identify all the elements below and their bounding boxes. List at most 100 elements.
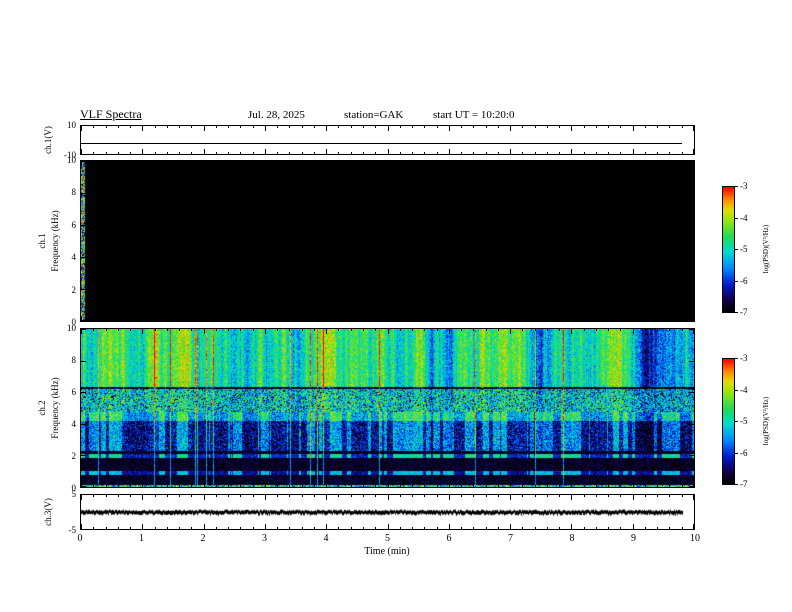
- x-minor-tick: [338, 319, 339, 321]
- x-minor-tick: [559, 329, 560, 331]
- colorbar-tick: [735, 484, 738, 485]
- x-minor-tick: [302, 126, 303, 128]
- x-minor-tick: [240, 319, 241, 321]
- y-tick: [689, 486, 694, 487]
- x-minor-tick: [584, 485, 585, 487]
- x-minor-tick: [240, 329, 241, 331]
- x-minor-tick: [620, 126, 621, 128]
- x-minor-tick: [93, 152, 94, 154]
- x-minor-tick: [473, 329, 474, 331]
- x-minor-tick: [228, 152, 229, 154]
- x-minor-tick: [669, 319, 670, 321]
- y-tick-label: 2: [71, 285, 77, 295]
- x-minor-tick: [559, 319, 560, 321]
- x-tick: [571, 149, 572, 154]
- x-minor-tick: [547, 126, 548, 128]
- x-minor-tick: [437, 495, 438, 497]
- x-minor-tick: [167, 495, 168, 497]
- x-minor-tick: [314, 126, 315, 128]
- y-tick-label: 8: [71, 355, 77, 365]
- x-minor-tick: [93, 126, 94, 128]
- colorbar-tick-label: -5: [740, 416, 748, 426]
- x-minor-tick: [498, 527, 499, 529]
- x-tick: [693, 126, 694, 131]
- x-minor-tick: [363, 152, 364, 154]
- x-tick-label: 0: [77, 533, 83, 544]
- x-tick: [265, 495, 266, 500]
- x-minor-tick: [93, 161, 94, 163]
- x-minor-tick: [240, 126, 241, 128]
- x-minor-tick: [620, 495, 621, 497]
- x-minor-tick: [228, 495, 229, 497]
- x-tick: [265, 126, 266, 131]
- x-minor-tick: [412, 126, 413, 128]
- x-minor-tick: [289, 527, 290, 529]
- x-minor-tick: [535, 161, 536, 163]
- x-minor-tick: [277, 495, 278, 497]
- x-minor-tick: [191, 126, 192, 128]
- x-tick: [204, 495, 205, 500]
- x-minor-tick: [461, 161, 462, 163]
- x-minor-tick: [682, 329, 683, 331]
- colorbar-tick: [735, 453, 738, 454]
- y-tick: [689, 257, 694, 258]
- x-minor-tick: [584, 319, 585, 321]
- y-tick: [689, 361, 694, 362]
- x-minor-tick: [473, 126, 474, 128]
- y-tick: [81, 329, 86, 330]
- x-minor-tick: [253, 319, 254, 321]
- x-minor-tick: [228, 329, 229, 331]
- y-tick-label: 6: [71, 220, 77, 230]
- x-minor-tick: [240, 161, 241, 163]
- x-minor-tick: [522, 495, 523, 497]
- x-tick: [265, 316, 266, 321]
- x-minor-tick: [118, 126, 119, 128]
- colorbar-tick-label: -4: [740, 213, 748, 223]
- x-minor-tick: [302, 329, 303, 331]
- x-minor-tick: [559, 161, 560, 163]
- x-tick: [510, 161, 511, 166]
- x-minor-tick: [645, 527, 646, 529]
- x-minor-tick: [179, 527, 180, 529]
- x-tick-label: 3: [262, 533, 267, 544]
- x-minor-tick: [216, 485, 217, 487]
- x-tick: [204, 329, 205, 334]
- x-tick: [571, 329, 572, 334]
- y-tick: [81, 424, 86, 425]
- x-tick: [633, 524, 634, 529]
- x-minor-tick: [302, 152, 303, 154]
- x-minor-tick: [682, 527, 683, 529]
- x-minor-tick: [412, 495, 413, 497]
- x-minor-tick: [216, 319, 217, 321]
- x-minor-tick: [277, 485, 278, 487]
- y-tick: [81, 225, 86, 226]
- x-minor-tick: [584, 329, 585, 331]
- x-minor-tick: [216, 126, 217, 128]
- x-minor-tick: [412, 527, 413, 529]
- x-minor-tick: [167, 527, 168, 529]
- x-minor-tick: [424, 319, 425, 321]
- x-minor-tick: [155, 152, 156, 154]
- x-minor-tick: [473, 152, 474, 154]
- x-minor-tick: [302, 485, 303, 487]
- x-minor-tick: [277, 152, 278, 154]
- colorbar-tick-label: -6: [740, 448, 748, 458]
- x-minor-tick: [228, 527, 229, 529]
- x-tick: [510, 126, 511, 131]
- x-tick: [142, 482, 143, 487]
- x-minor-tick: [302, 495, 303, 497]
- x-minor-tick: [596, 329, 597, 331]
- x-minor-tick: [461, 126, 462, 128]
- x-minor-tick: [179, 329, 180, 331]
- x-tick: [81, 149, 82, 154]
- x-minor-tick: [155, 126, 156, 128]
- x-minor-tick: [277, 329, 278, 331]
- x-minor-tick: [228, 126, 229, 128]
- x-minor-tick: [522, 527, 523, 529]
- colorbar-tick: [735, 281, 738, 282]
- x-minor-tick: [302, 319, 303, 321]
- x-minor-tick: [461, 485, 462, 487]
- x-minor-tick: [669, 527, 670, 529]
- x-tick: [142, 524, 143, 529]
- x-minor-tick: [498, 495, 499, 497]
